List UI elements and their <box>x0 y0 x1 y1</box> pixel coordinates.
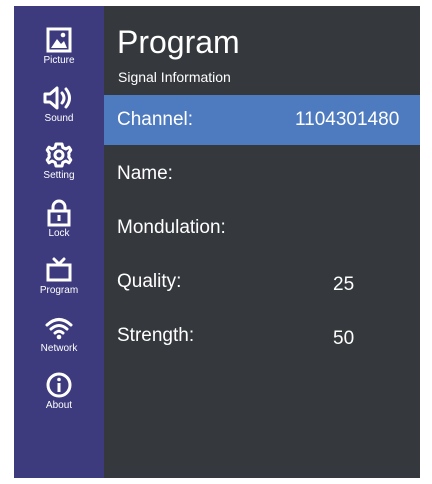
row-label: Quality: <box>117 271 182 292</box>
channel-value: 1104301480 <box>295 109 400 130</box>
sidebar-item-label: Program <box>39 285 79 296</box>
sidebar-item-lock[interactable]: Lock <box>14 199 104 253</box>
sidebar-item-picture[interactable]: Picture <box>14 26 104 80</box>
sidebar-item-label: Setting <box>43 170 75 181</box>
picture-icon <box>45 26 73 54</box>
section-subtitle: Signal Information <box>118 69 231 85</box>
row-label: Mondulation: <box>117 217 226 238</box>
quality-value: 25 <box>333 274 355 295</box>
sidebar-item-program[interactable]: Program <box>14 256 104 310</box>
info-row-strength[interactable]: Strength: 50 <box>104 311 420 361</box>
row-label: Name: <box>117 163 173 184</box>
sidebar-item-label: About <box>45 400 73 411</box>
sidebar-item-about[interactable]: About <box>14 371 104 425</box>
sidebar-item-setting[interactable]: Setting <box>14 141 104 195</box>
settings-window: Picture Sound Setting Lock Program Netwo… <box>14 6 420 478</box>
info-icon <box>45 371 73 399</box>
tv-icon <box>45 256 73 284</box>
sidebar-item-network[interactable]: Network <box>14 314 104 368</box>
row-label: Strength: <box>117 325 195 346</box>
sidebar-item-label: Network <box>40 343 78 354</box>
info-row-quality[interactable]: Quality: 25 <box>104 257 420 307</box>
strength-value: 50 <box>333 328 355 349</box>
info-row-name[interactable]: Name: <box>104 149 420 199</box>
sidebar-item-label: Sound <box>44 113 74 124</box>
signal-information-panel: Program Signal Information Channel: 1104… <box>104 6 420 478</box>
page-title: Program <box>117 24 240 60</box>
gear-icon <box>45 141 73 169</box>
row-label: Channel: <box>117 109 194 130</box>
sidebar-item-sound[interactable]: Sound <box>14 84 104 138</box>
lock-icon <box>45 199 73 227</box>
info-row-modulation[interactable]: Mondulation: <box>104 203 420 253</box>
sidebar-item-label: Lock <box>48 228 70 239</box>
wifi-icon <box>44 314 74 342</box>
sidebar: Picture Sound Setting Lock Program Netwo… <box>14 6 104 478</box>
speaker-icon <box>41 84 77 112</box>
sidebar-item-label: Picture <box>43 55 75 66</box>
info-row-channel[interactable]: Channel: 1104301480 <box>104 95 420 145</box>
